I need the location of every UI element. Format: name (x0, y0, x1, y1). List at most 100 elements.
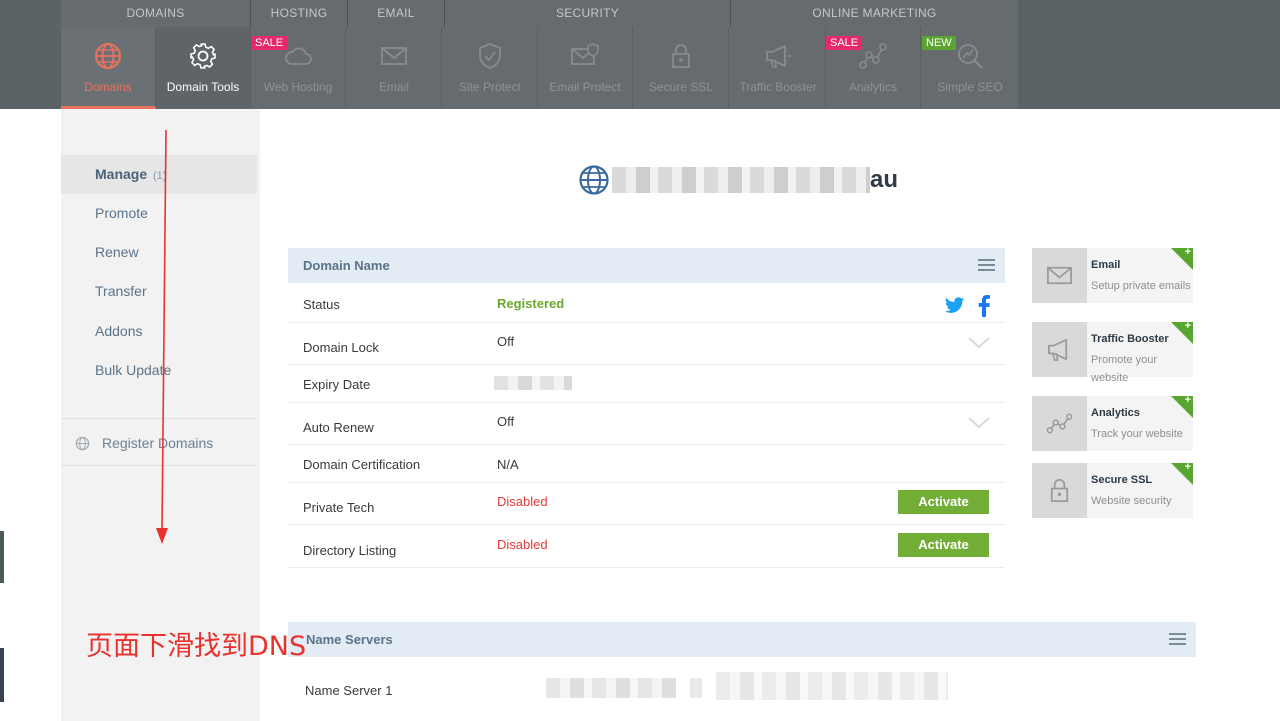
card-title: Traffic Booster (1091, 333, 1169, 345)
card-icon-box (1032, 463, 1087, 518)
menu-icon[interactable] (978, 259, 995, 272)
private-tech-value: Disabled (497, 494, 548, 509)
gear-icon (190, 43, 216, 69)
domain-name-header: Domain Name (288, 248, 1005, 283)
nav-tile-email-protect[interactable]: Email Protect (538, 27, 633, 109)
menu-icon[interactable] (1169, 633, 1186, 646)
plus-icon: + (1184, 394, 1191, 406)
nav-tile-label: Domains (84, 80, 132, 94)
row-expiry-date: Expiry Date (288, 365, 1005, 403)
sale-badge: SALE (251, 36, 288, 50)
sale-badge: SALE (826, 36, 863, 50)
nav-tile-label: Site Protect (458, 80, 522, 94)
nav-tile-label: Secure SSL (648, 80, 714, 94)
card-desc: Setup private emails (1091, 280, 1191, 292)
chevron-down-icon[interactable] (968, 337, 990, 349)
row-label: Name Server 1 (305, 683, 393, 698)
row-label: Domain Lock (303, 340, 379, 355)
nav-tile-traffic-booster[interactable]: Traffic Booster (731, 27, 826, 109)
row-directory-listing: Directory Listing Disabled Activate (288, 525, 1005, 568)
panel-title: Name Servers (306, 632, 393, 647)
nav-tile-domain-tools[interactable]: Domain Tools (156, 27, 251, 109)
globe-icon (75, 436, 90, 451)
facebook-icon[interactable] (978, 295, 990, 317)
annotation-text: 页面下滑找到DNS (86, 631, 307, 662)
left-edge-marker (0, 531, 4, 583)
card-traffic-booster[interactable]: Traffic Booster Promote your website + (1032, 320, 1193, 384)
card-icon-box (1032, 396, 1087, 451)
name-servers-header: Name Servers (288, 622, 1196, 657)
row-label: Expiry Date (303, 377, 371, 392)
nav-tile-simple-seo[interactable]: NEW Simple SEO (922, 27, 1018, 109)
redacted-name-server-sep (690, 678, 702, 698)
nav-tile-label: Email (378, 80, 409, 94)
certification-value: N/A (497, 457, 519, 472)
row-label: Domain Certification (303, 457, 421, 472)
card-desc: Promote your website (1091, 354, 1158, 384)
plus-icon: + (1184, 320, 1191, 332)
nav-group-online-marketing: ONLINE MARKETING (812, 6, 937, 20)
nav-tile-label: Domain Tools (166, 80, 240, 94)
card-email[interactable]: Email Setup private emails + (1032, 246, 1193, 303)
card-secure-ssl[interactable]: Secure SSL Website security + (1032, 461, 1193, 518)
product-nav: DOMAINS HOSTING EMAIL SECURITY ONLINE MA… (61, 0, 1018, 109)
nav-tiles: Domains Domain Tools SALE Web Hosting Em… (61, 27, 1018, 109)
status-value: Registered (497, 296, 565, 311)
redacted-name-server-ip (716, 672, 948, 700)
nav-tile-secure-ssl[interactable]: Secure SSL (634, 27, 729, 109)
nav-tile-label: Web Hosting (263, 80, 333, 94)
analytics-icon (859, 43, 887, 69)
seo-icon (958, 44, 983, 69)
row-domain-lock: Domain Lock Off (288, 323, 1005, 365)
redacted-domain-name (612, 167, 870, 193)
card-desc: Track your website (1091, 428, 1183, 440)
megaphone-icon (1047, 338, 1068, 361)
panel-title: Domain Name (303, 258, 390, 273)
directory-listing-value: Disabled (497, 537, 548, 552)
row-label: Private Tech (303, 500, 375, 515)
sidebar-item-label: Manage (95, 166, 148, 182)
row-auto-renew: Auto Renew Off (288, 403, 1005, 445)
card-title: Analytics (1091, 407, 1140, 419)
nav-tile-web-hosting[interactable]: SALE Web Hosting (251, 27, 346, 109)
nav-group-email: EMAIL (348, 0, 445, 27)
lock-icon (672, 44, 690, 68)
plus-icon: + (1184, 461, 1191, 473)
domain-title: au (578, 162, 898, 198)
shield-icon (479, 43, 501, 69)
card-analytics[interactable]: Analytics Track your website + (1032, 394, 1193, 451)
megaphone-icon (766, 45, 791, 68)
auto-renew-value: Off (497, 414, 515, 429)
domain-lock-value: Off (497, 334, 515, 349)
nav-groups: DOMAINS HOSTING EMAIL SECURITY ONLINE MA… (61, 0, 1018, 27)
lock-icon (1050, 479, 1069, 503)
nav-tile-email[interactable]: Email (347, 27, 442, 109)
row-domain-certification: Domain Certification N/A (288, 445, 1005, 483)
nav-tile-domains[interactable]: Domains (61, 27, 156, 109)
twitter-icon[interactable] (944, 297, 966, 314)
analytics-icon (1046, 413, 1073, 434)
nav-tile-label: Analytics (848, 80, 898, 94)
redacted-expiry-date (494, 376, 572, 390)
nav-group-security: SECURITY (445, 0, 731, 27)
row-private-tech: Private Tech Disabled Activate (288, 483, 1005, 525)
row-status: Status Registered (288, 283, 1005, 323)
card-title: Email (1091, 259, 1121, 271)
nav-tile-site-protect[interactable]: Site Protect (443, 27, 538, 109)
nav-group-domains: DOMAINS (61, 0, 251, 27)
row-name-server-1: Name Server 1 (288, 668, 1196, 712)
card-icon-box (1032, 322, 1087, 377)
plus-icon: + (1184, 246, 1191, 258)
nav-tile-label: Simple SEO (937, 80, 1003, 94)
row-label: Status (303, 297, 340, 312)
globe-icon (95, 43, 121, 69)
card-desc: Website security (1091, 495, 1172, 507)
chevron-down-icon[interactable] (968, 417, 990, 429)
nav-tile-label: Email Protect (549, 80, 621, 94)
top-navigation: DOMAINS HOSTING EMAIL SECURITY ONLINE MA… (0, 0, 1280, 109)
activate-directory-listing-button[interactable]: Activate (898, 533, 989, 557)
nav-tile-analytics[interactable]: SALE Analytics (826, 27, 921, 109)
row-label: Auto Renew (303, 420, 374, 435)
activate-private-tech-button[interactable]: Activate (898, 490, 989, 514)
cloud-icon (285, 47, 312, 65)
